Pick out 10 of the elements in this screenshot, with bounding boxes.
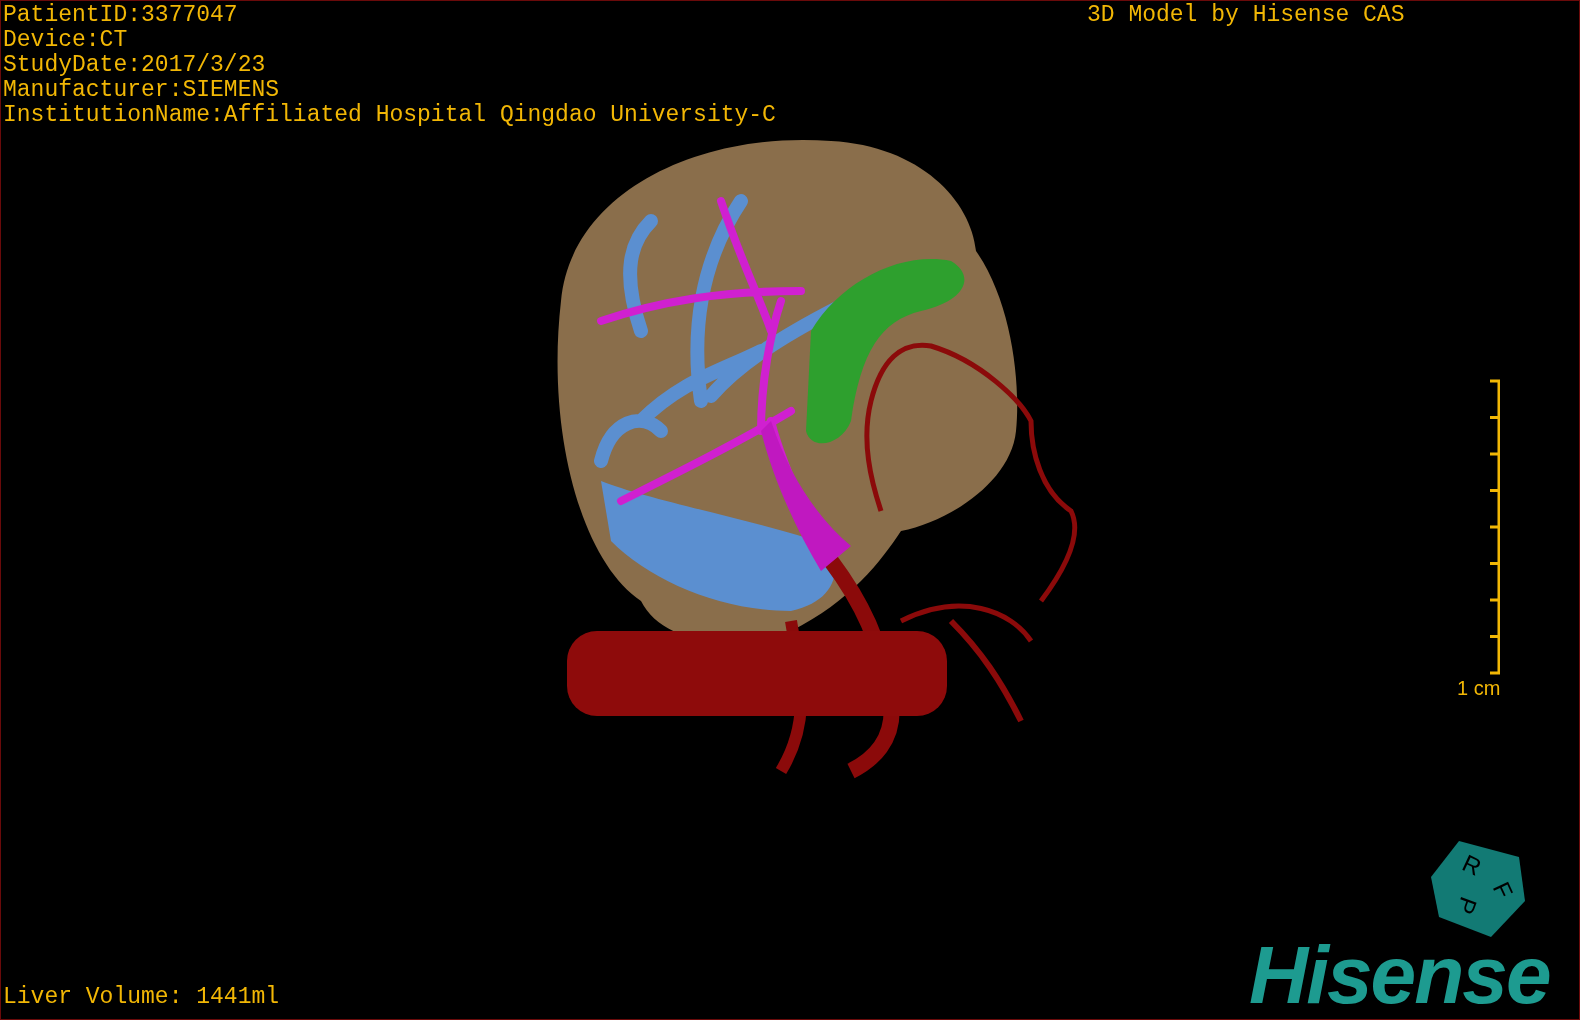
study-info-line: Device:CT (3, 28, 129, 53)
study-info-line: Manufacturer:SIEMENS (3, 78, 281, 103)
study-info-line: InstitutionName:Affiliated Hospital Qingdao University-C (3, 103, 776, 128)
study-info-line: PatientID:3377047 (3, 3, 239, 28)
orientation-cube-icon[interactable]: R F P (1429, 839, 1527, 939)
model-credit: 3D Model by Hisense CAS (1087, 3, 1405, 28)
liver-volume-label: Liver Volume: 1441ml (3, 985, 280, 1010)
study-info-line: StudyDate:2017/3/23 (3, 53, 267, 78)
scale-bar-icon (1488, 379, 1500, 675)
scale-label: 1 cm (1457, 677, 1501, 700)
